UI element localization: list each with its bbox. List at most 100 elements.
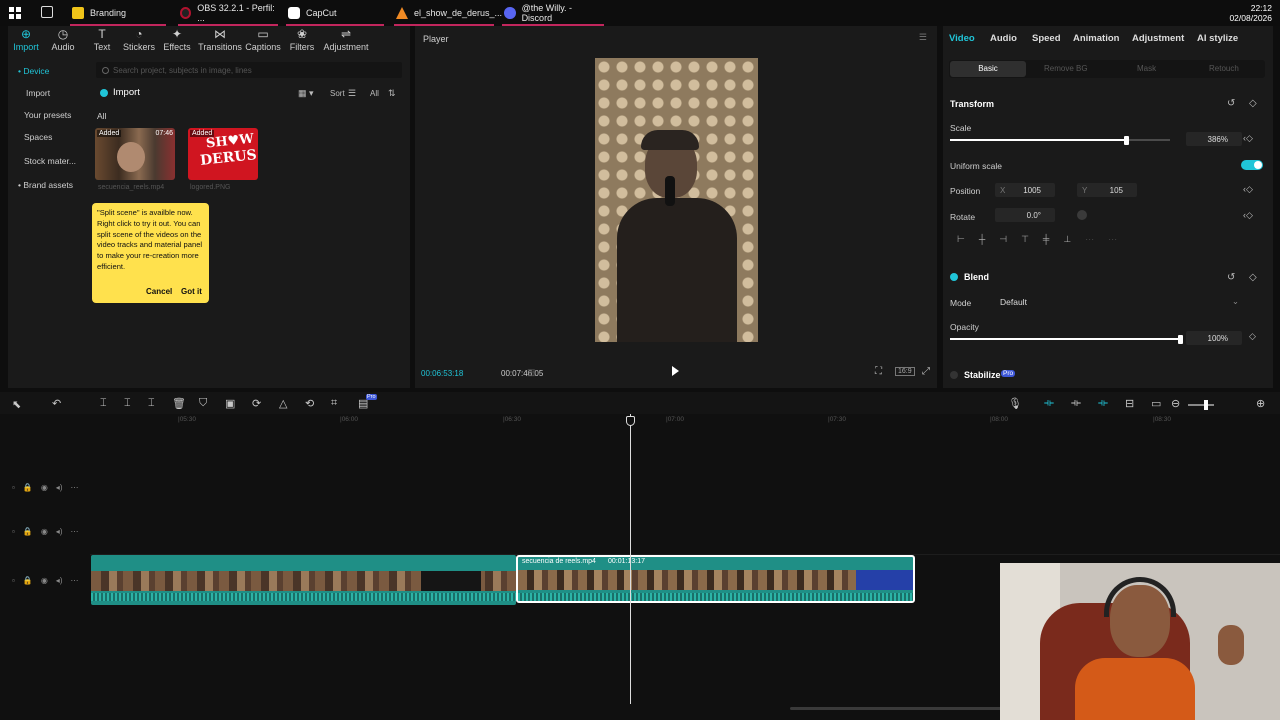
task-view-icon[interactable] [41,6,53,18]
freeze-icon[interactable]: ▣ [225,397,235,410]
toolbar-tab-captions[interactable]: ▭ Captions [244,26,282,52]
zoom-fit-icon[interactable]: ⊕ [1256,397,1265,410]
sidebar-item-import[interactable]: Import [26,88,50,98]
keyframe-icon[interactable]: ◇ [1249,98,1257,109]
reverse-icon[interactable]: ⟳ [252,397,261,410]
sidebar-item-device[interactable]: • Device [18,66,49,76]
distribute-v-icon[interactable]: ⋯ [1108,234,1117,245]
lock-icon[interactable]: 🔒 [23,576,33,585]
toolbar-tab-filters[interactable]: ❀ Filters [284,26,320,52]
align-center-h-icon[interactable]: ┼ [979,234,985,245]
opacity-input[interactable]: 100% [1186,331,1242,345]
taskbar-tab-capcut[interactable]: CapCut [282,0,388,26]
blend-keyframe-icon[interactable]: ◇ [1249,272,1257,283]
track-cover-icon[interactable]: ▫ [12,576,15,585]
subtab-remove-bg[interactable]: Remove BG [1044,64,1088,73]
subtab-retouch[interactable]: Retouch [1209,64,1239,73]
align-right-icon[interactable]: ⊣ [999,234,1007,245]
toolbar-tab-text[interactable]: T Text [84,26,120,52]
reset-icon[interactable]: ↺ [1227,98,1235,109]
track-cover-icon[interactable]: ▫ [12,483,15,492]
sort-button[interactable]: Sort [330,89,345,98]
delete-icon[interactable]: 🗑 [172,397,186,410]
toolbar-tab-audio[interactable]: ◷ Audio [45,26,81,52]
preview-axis-icon[interactable]: ⊟ [1125,397,1134,410]
opacity-slider-knob[interactable] [1178,335,1183,344]
taskbar-tab-branding[interactable]: Branding [66,0,170,26]
scale-input[interactable]: 386% [1186,132,1242,146]
zoom-out-icon[interactable]: ⊖ [1171,397,1180,410]
align-top-icon[interactable]: ⊤ [1021,234,1029,245]
prop-tab-adjustment[interactable]: Adjustment [1132,33,1184,44]
sidebar-item-stock[interactable]: Stock mater... [24,156,76,166]
split-left-icon[interactable]: ⌶ [124,397,131,410]
lock-icon[interactable]: 🔒 [23,483,33,492]
audio-icon[interactable]: ◂) [56,527,63,536]
fit-screen-icon[interactable]: ⛶ [875,366,882,377]
playhead[interactable] [626,414,635,704]
eye-icon[interactable]: ◉ [41,527,48,536]
rotate-input[interactable]: 0.0° [995,208,1055,222]
audio-icon[interactable]: ◂) [56,483,63,492]
taskbar-clock[interactable]: 22:12 02/08/2026 [1229,3,1272,23]
align-left-icon[interactable]: ⊢ [957,234,965,245]
scale-slider[interactable] [950,136,1170,145]
scale-slider-knob[interactable] [1124,136,1129,145]
video-clip-1[interactable] [91,555,516,605]
media-item-video[interactable]: Added 07:46 [95,128,175,180]
fullscreen-icon[interactable]: ⤢ [922,366,930,377]
taskbar-tab-vlc[interactable]: el_show_de_derus_... [390,0,502,26]
toolbar-tab-import[interactable]: ⊕ Import [8,26,44,52]
split-icon[interactable]: ⌶ [100,397,107,410]
scale-keyframe-icon[interactable]: ‹◇ [1243,133,1253,144]
all-filter-button[interactable]: All [370,89,379,98]
zoom-slider-knob[interactable] [1204,400,1208,410]
prop-tab-animation[interactable]: Animation [1073,33,1119,44]
timeline-view-icon[interactable]: ▥ [527,367,536,378]
prop-tab-speed[interactable]: Speed [1032,33,1061,44]
more-icon[interactable]: ⋯ [70,576,78,585]
tooltip-cancel-button[interactable]: Cancel [146,287,172,296]
uniform-scale-toggle[interactable] [1241,160,1263,170]
caption-icon[interactable]: ▭ [1151,397,1161,410]
taskbar-tab-obs[interactable]: OBS 32.2.1 - Perfil: ... [174,0,282,26]
zoom-slider[interactable] [1188,400,1214,410]
blend-checkbox[interactable] [950,273,958,281]
prop-tab-ai-stylize[interactable]: AI stylize [1197,33,1238,44]
video-clip-selected[interactable]: secuencia de reels.mp4 00:01:13:17 [516,555,915,603]
mode-select[interactable]: Default ⌄ [995,294,1243,310]
rotate-icon[interactable]: ⟲ [305,397,314,410]
eye-icon[interactable]: ◉ [41,483,48,492]
playhead-handle[interactable] [626,416,635,426]
tooltip-got-it-button[interactable]: Got it [181,287,202,296]
subtab-basic[interactable]: Basic [950,61,1026,77]
rotate-dial-icon[interactable] [1077,210,1087,220]
more-icon[interactable]: ⋯ [70,527,78,536]
audio-icon[interactable]: ◂) [56,576,63,585]
align-center-v-icon[interactable]: ╪ [1043,234,1049,245]
position-keyframe-icon[interactable]: ‹◇ [1243,184,1253,195]
toolbar-tab-adjustment[interactable]: ⇌ Adjustment [322,26,370,52]
lock-icon[interactable]: 🔒 [23,527,33,536]
rotate-keyframe-icon[interactable]: ‹◇ [1243,210,1253,221]
marker-icon[interactable]: ⛉ [199,397,207,410]
toolbar-tab-transitions[interactable]: ⋈ Transitions [198,26,242,52]
sidebar-item-brand-assets[interactable]: • Brand assets [18,180,73,190]
crop-icon[interactable]: ⌗ [331,397,337,410]
split-right-icon[interactable]: ⌶ [148,397,155,410]
position-x-input[interactable]: X 1005 [995,183,1055,197]
ratio-button[interactable]: 16:9 [895,367,915,376]
blend-reset-icon[interactable]: ↺ [1227,272,1235,283]
media-item-logo[interactable]: Added SH♥W DERUS [188,128,258,180]
subtab-mask[interactable]: Mask [1137,64,1156,73]
auto-snap-icon[interactable]: ⟛ [1071,397,1081,410]
sidebar-item-spaces[interactable]: Spaces [24,132,52,142]
play-button[interactable] [672,366,679,376]
toolbar-tab-stickers[interactable]: ◔ Stickers [121,26,157,52]
timeline-scrollbar[interactable] [790,707,1010,710]
mirror-icon[interactable]: △ [279,397,287,410]
prop-tab-video[interactable]: Video [949,33,975,44]
main-track-magnet-icon[interactable]: ⟛ [1044,397,1054,410]
windows-start-icon[interactable] [9,7,21,19]
prop-tab-audio[interactable]: Audio [990,33,1017,44]
